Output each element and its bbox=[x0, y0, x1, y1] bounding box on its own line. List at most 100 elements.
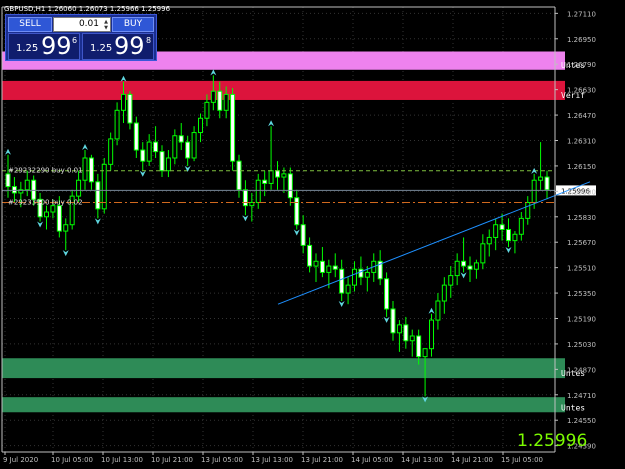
x-tick-label: 14 Jul 13:00 bbox=[401, 456, 443, 464]
candle-body bbox=[114, 109, 120, 140]
y-tick-label: 1.26310 bbox=[567, 138, 596, 146]
y-tick-label: 1.25990 bbox=[567, 188, 596, 196]
candle-body bbox=[384, 278, 390, 310]
trendline bbox=[277, 181, 591, 305]
candle-body bbox=[409, 335, 415, 342]
time-axis: 9 Jul 2020 10 Jul 05:00 10 Jul 13:00 10 Jul… bbox=[3, 452, 543, 464]
y-tick-label: 1.24870 bbox=[567, 366, 596, 374]
fractal-arrows bbox=[5, 69, 538, 403]
candle-body bbox=[44, 211, 49, 218]
candle-body bbox=[76, 179, 82, 197]
price-axis: 1.27110 1.26950 1.26790 1.26630 1.26470 1.263… bbox=[555, 10, 596, 451]
zone-rect bbox=[2, 80, 565, 100]
candle-body bbox=[5, 173, 11, 188]
order-line-label: #29232290 buy 0.01 bbox=[8, 167, 83, 175]
candle-body bbox=[95, 181, 101, 210]
candle-body bbox=[390, 308, 396, 334]
y-tick-label: 1.24710 bbox=[567, 392, 596, 400]
y-tick-label: 1.25350 bbox=[567, 290, 596, 298]
candle-body bbox=[178, 135, 184, 143]
candle-body bbox=[467, 265, 473, 270]
candle-body bbox=[396, 324, 402, 334]
candle-body bbox=[538, 176, 544, 181]
candle-body bbox=[531, 179, 537, 203]
sell-button[interactable]: SELL bbox=[8, 17, 52, 32]
candle-body bbox=[230, 93, 236, 162]
x-tick-label: 9 Jul 2020 bbox=[3, 456, 38, 464]
candle-body bbox=[454, 260, 460, 277]
y-tick-label: 1.26470 bbox=[567, 112, 596, 120]
y-tick-label: 1.26630 bbox=[567, 87, 596, 95]
candle-body bbox=[448, 275, 454, 286]
candle-body bbox=[11, 186, 17, 194]
candle-body bbox=[255, 179, 261, 203]
candle-body bbox=[480, 243, 486, 264]
fractal-up-arrow bbox=[268, 120, 275, 127]
buy-price-prefix: 1.25 bbox=[90, 43, 113, 54]
candle-body bbox=[236, 160, 242, 191]
candle-body bbox=[146, 141, 152, 162]
candle-body bbox=[326, 265, 332, 273]
sell-price-button[interactable]: 1.25 99 6 bbox=[8, 33, 80, 60]
chart-canvas[interactable]: UntesVerifUntesUntes #29232290 buy 0.01#… bbox=[0, 0, 625, 469]
sell-price-prefix: 1.25 bbox=[16, 43, 39, 54]
candle-body bbox=[473, 262, 479, 270]
fractal-down-arrow bbox=[505, 246, 512, 253]
y-tick-label: 1.25190 bbox=[567, 316, 596, 324]
x-tick-label: 14 Jul 21:00 bbox=[451, 456, 493, 464]
candle-body bbox=[217, 90, 223, 111]
candle-body bbox=[345, 284, 351, 294]
fractal-down-arrow bbox=[94, 218, 101, 225]
y-tick-label: 1.25030 bbox=[567, 341, 596, 349]
zone-rect bbox=[2, 358, 565, 379]
candle-body bbox=[422, 348, 428, 358]
fractal-down-arrow bbox=[62, 250, 69, 257]
lot-size-input[interactable]: 0.01 ▲ ▼ bbox=[53, 17, 111, 32]
candle-body bbox=[486, 236, 492, 245]
candle-series bbox=[5, 75, 550, 397]
current-price-readout: 1.25996 bbox=[517, 431, 587, 451]
y-tick-label: 1.27110 bbox=[567, 10, 596, 18]
candle-body bbox=[108, 138, 114, 165]
fractal-down-arrow bbox=[139, 170, 146, 177]
candle-body bbox=[544, 176, 550, 191]
zone-rect bbox=[2, 397, 565, 413]
x-tick-label: 13 Jul 21:00 bbox=[301, 456, 343, 464]
y-tick-label: 1.25670 bbox=[567, 239, 596, 247]
candle-body bbox=[198, 117, 203, 134]
buy-button[interactable]: BUY bbox=[112, 17, 154, 32]
candle-body bbox=[31, 179, 37, 200]
buy-price-button[interactable]: 1.25 99 8 bbox=[82, 33, 154, 60]
candle-body bbox=[88, 157, 94, 183]
candle-body bbox=[461, 260, 467, 267]
candle-body bbox=[281, 173, 287, 178]
buy-price-main: 99 bbox=[114, 32, 145, 60]
candle-body bbox=[319, 260, 325, 273]
chart-header: GBPUSD,H1 1.26060 1.26073 1.25966 1.2599… bbox=[4, 5, 171, 13]
lot-stepper-icon[interactable]: ▲ ▼ bbox=[101, 19, 108, 31]
candle-body bbox=[435, 300, 441, 321]
candle-body bbox=[493, 224, 499, 238]
y-tick-label: 1.26150 bbox=[567, 163, 596, 171]
x-tick-label: 14 Jul 05:00 bbox=[351, 456, 393, 464]
candle-body bbox=[352, 268, 357, 286]
candle-body bbox=[512, 233, 518, 242]
candle-body bbox=[358, 268, 364, 278]
candle-body bbox=[287, 173, 293, 199]
y-tick-label: 1.26950 bbox=[567, 36, 596, 44]
fractal-up-arrow bbox=[210, 69, 217, 76]
zone-label: Untes bbox=[561, 403, 585, 412]
one-click-trading-panel: SELL 0.01 ▲ ▼ BUY 1.25 99 6 1.25 99 8 bbox=[5, 14, 157, 61]
candle-body bbox=[429, 319, 434, 350]
sell-price-main: 99 bbox=[41, 32, 72, 60]
candle-body bbox=[56, 205, 62, 232]
candle-body bbox=[210, 90, 216, 103]
candle-body bbox=[307, 244, 313, 267]
x-tick-label: 10 Jul 05:00 bbox=[51, 456, 93, 464]
fractal-down-arrow bbox=[338, 301, 345, 308]
fractal-up-arrow bbox=[82, 144, 88, 151]
order-line-label: #29233900 buy 0.02 bbox=[8, 198, 83, 206]
candle-body bbox=[441, 284, 447, 302]
candle-body bbox=[191, 132, 197, 159]
candle-body bbox=[50, 205, 56, 213]
